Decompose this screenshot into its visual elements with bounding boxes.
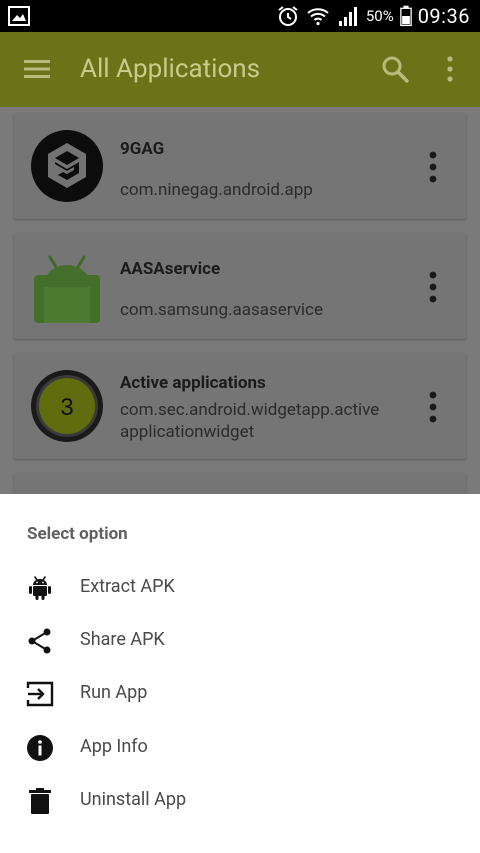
- alarm-icon: [278, 6, 298, 26]
- app-list: 9GAG com.ninegag.android.app AASAservice…: [0, 107, 480, 494]
- trash-icon: [29, 788, 51, 814]
- hamburger-menu-icon[interactable]: [22, 56, 52, 82]
- option-extract-apk[interactable]: Extract APK: [0, 560, 480, 613]
- option-label: Run App: [80, 682, 148, 703]
- option-uninstall-app[interactable]: Uninstall App: [0, 773, 480, 826]
- app-package-line: applicationwidget: [120, 422, 255, 442]
- app-package: com.ninegag.android.app: [120, 180, 313, 200]
- active-apps-counter-icon: 3: [31, 370, 103, 442]
- app-package: com.samsung.aasaservice: [120, 300, 323, 320]
- list-item[interactable]: 3 Active applications com.sec.android.wi…: [14, 353, 466, 459]
- search-icon[interactable]: [380, 54, 410, 84]
- wifi-icon: [307, 8, 329, 26]
- ninegag-logo-icon: [31, 130, 103, 202]
- active-apps-badge: 3: [60, 394, 73, 421]
- app-name: AASAservice: [120, 259, 221, 279]
- app-name: 9GAG: [120, 139, 165, 159]
- option-run-app[interactable]: Run App: [0, 666, 480, 719]
- option-label: Uninstall App: [80, 789, 187, 810]
- battery-icon: [399, 5, 412, 27]
- list-item[interactable]: [14, 473, 466, 494]
- info-icon: [27, 735, 53, 761]
- share-icon: [28, 628, 51, 654]
- battery-percent: 50%: [365, 7, 394, 25]
- option-label: Extract APK: [80, 576, 175, 597]
- app-name: Active applications: [120, 373, 266, 393]
- gallery-notification-icon: [8, 6, 30, 26]
- list-item[interactable]: AASAservice com.samsung.aasaservice: [14, 233, 466, 339]
- status-bar: 50% 09:36: [0, 0, 480, 32]
- more-options-icon[interactable]: [440, 54, 460, 84]
- app-package-line: com.sec.android.widgetapp.active: [120, 400, 380, 420]
- item-more-options-icon[interactable]: [424, 151, 442, 183]
- clock-time: 09:36: [417, 4, 470, 28]
- list-item[interactable]: 9GAG com.ninegag.android.app: [14, 113, 466, 219]
- android-robot-icon: [34, 255, 100, 323]
- signal-icon: [338, 7, 357, 26]
- page-title: All Applications: [80, 54, 261, 84]
- run-app-icon: [26, 681, 54, 707]
- app-bar: All Applications: [0, 32, 480, 107]
- option-label: Share APK: [80, 629, 165, 650]
- option-label: App Info: [80, 736, 148, 757]
- bottom-sheet: Select option Extract APK Share APK Run …: [0, 494, 480, 853]
- android-icon: [29, 576, 51, 600]
- option-share-apk[interactable]: Share APK: [0, 613, 480, 666]
- item-more-options-icon[interactable]: [424, 391, 442, 423]
- sheet-title: Select option: [27, 524, 128, 544]
- item-more-options-icon[interactable]: [424, 271, 442, 303]
- app-package: com.sec.android.widgetapp.active applica…: [120, 399, 420, 443]
- option-app-info[interactable]: App Info: [0, 720, 480, 773]
